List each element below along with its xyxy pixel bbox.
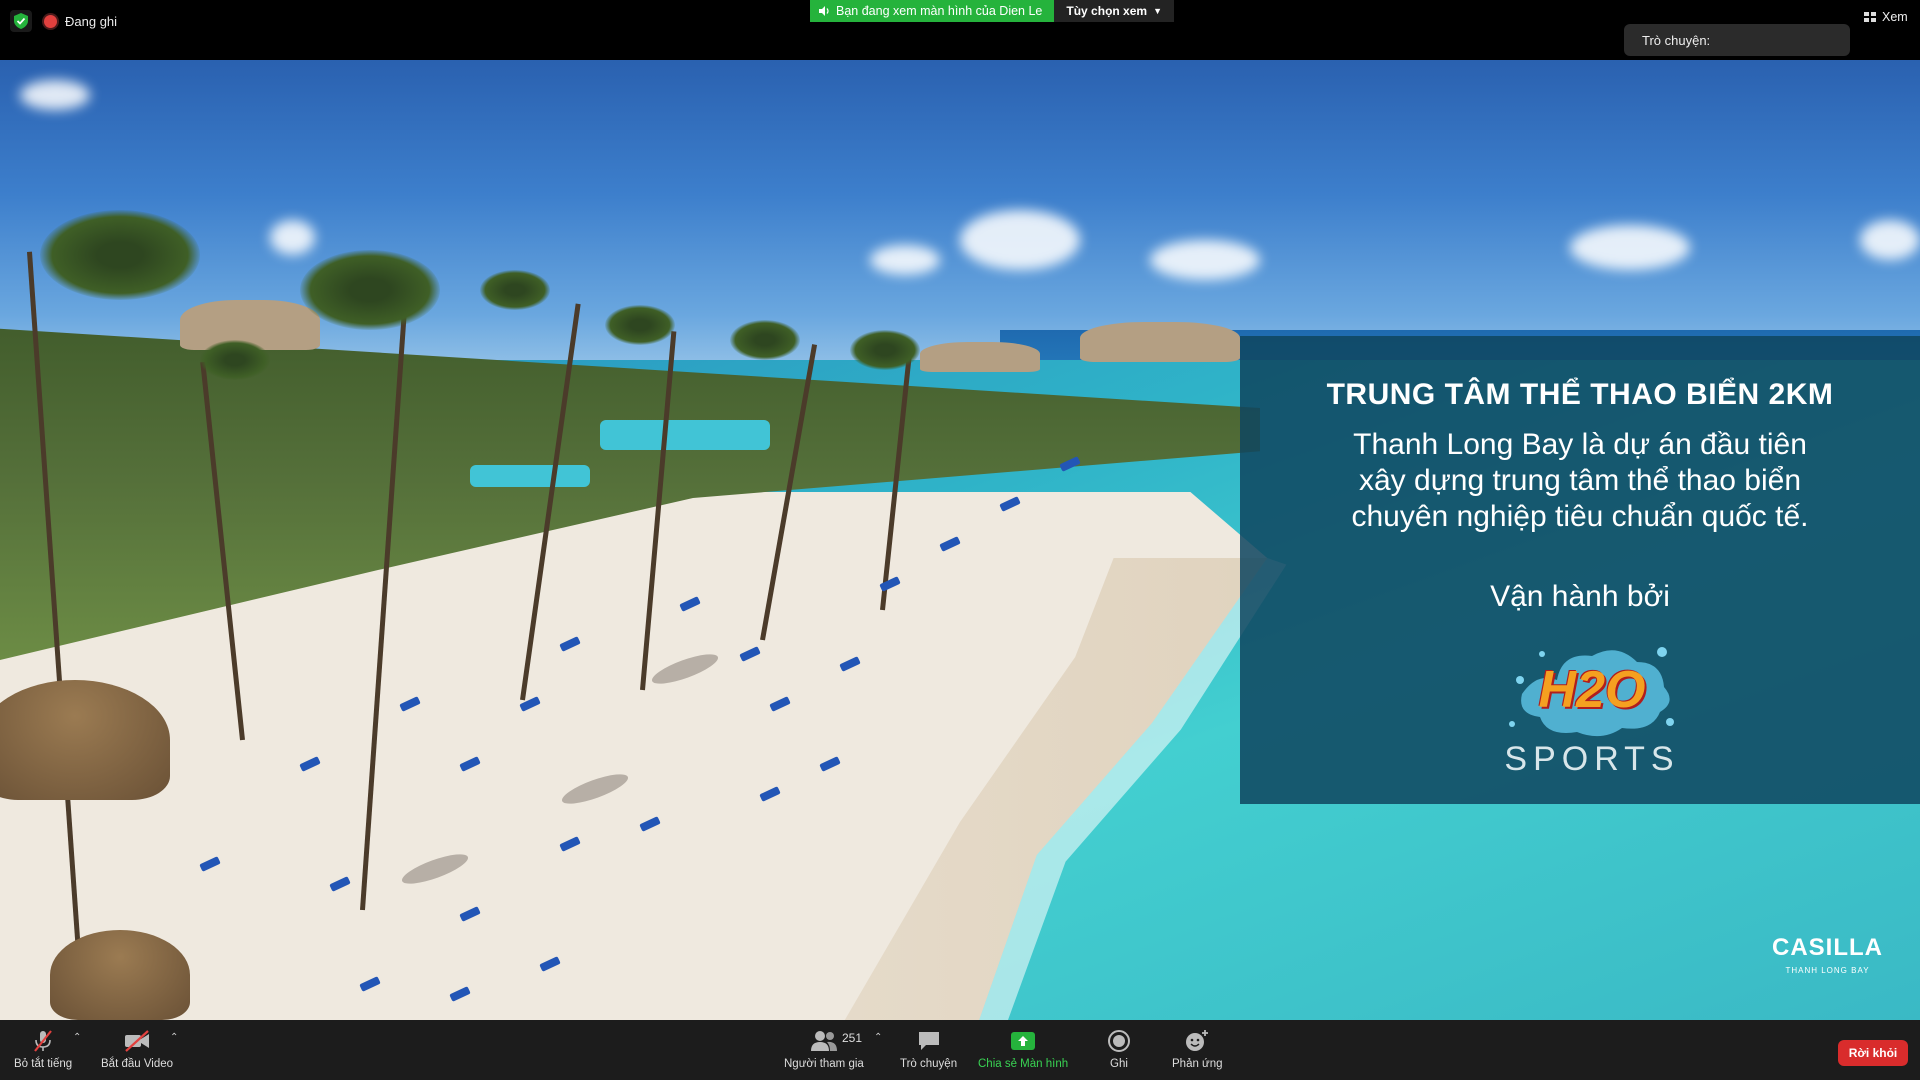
palm-crown xyxy=(480,270,550,310)
security-shield-icon[interactable] xyxy=(10,10,32,32)
viewing-share-label: Bạn đang xem màn hình của Dien Le xyxy=(810,0,1055,22)
resort-roof xyxy=(920,342,1040,372)
slide-body-line-3: chuyên nghiệp tiêu chuẩn quốc tế. xyxy=(1351,500,1809,533)
view-options-button[interactable]: Tùy chọn xem ▼ xyxy=(1054,0,1174,22)
slide-body-line-2: xây dựng trung tâm thể thao biển xyxy=(1358,464,1802,497)
brand-subtitle: THANH LONG BAY xyxy=(1785,966,1870,975)
palm-crown xyxy=(850,330,920,370)
participants-count: 251 xyxy=(842,1031,863,1045)
start-video-label: Bắt đầu Video xyxy=(101,1058,174,1070)
resort-pool xyxy=(600,420,770,450)
brand-name: CASILLA xyxy=(1772,934,1883,961)
palm-crown xyxy=(730,320,800,360)
chat-button[interactable]: Trò chuyện xyxy=(900,1028,957,1070)
cloud xyxy=(1860,220,1920,260)
resort-pool xyxy=(470,465,590,487)
audio-options-chevron-icon[interactable]: ⌃ xyxy=(73,1032,81,1043)
beach-hut xyxy=(50,930,190,1020)
top-bar: Đang ghi Bạn đang xem màn hình của Dien … xyxy=(0,0,1920,60)
record-dot-icon xyxy=(44,14,57,28)
resort-roof xyxy=(1080,322,1240,362)
slide-body-line-1: Thanh Long Bay là dự án đầu tiên xyxy=(1353,428,1807,461)
logo-wordmark: H2O xyxy=(1538,661,1646,719)
cloud xyxy=(20,80,90,110)
palm-crown xyxy=(300,250,440,330)
reactions-label: Phản ứng xyxy=(1172,1058,1223,1070)
view-button-label: Xem xyxy=(1882,10,1908,24)
chevron-down-icon: ▼ xyxy=(1153,6,1162,16)
meeting-toolbar: Bỏ tắt tiếng ⌃ Bắt đầu Video ⌃ Người tha… xyxy=(0,1020,1920,1080)
smiley-add-icon xyxy=(1186,1030,1209,1051)
palm-crown xyxy=(200,340,270,380)
chat-preview-label: Trò chuyện: xyxy=(1642,32,1711,48)
video-options-chevron-icon[interactable]: ⌃ xyxy=(170,1032,178,1043)
casilla-brand: CASILLA THANH LONG BAY xyxy=(1772,934,1883,975)
participants-options-chevron-icon[interactable]: ⌃ xyxy=(874,1032,882,1043)
cloud xyxy=(270,220,315,255)
cloud xyxy=(1150,240,1260,280)
h2o-sports-logo: H2O SPORTS xyxy=(1502,632,1682,782)
slide-text-panel: TRUNG TÂM THỂ THAO BIỂN 2KM Thanh Long B… xyxy=(1240,336,1920,804)
shared-screen: TRUNG TÂM THỂ THAO BIỂN 2KM Thanh Long B… xyxy=(0,60,1920,1020)
share-banner: Bạn đang xem màn hình của Dien Le Tùy ch… xyxy=(810,0,1174,22)
logo-sports: SPORTS xyxy=(1504,740,1680,778)
chat-bubble-icon xyxy=(918,1032,939,1050)
palm-crown xyxy=(605,305,675,345)
speaker-icon xyxy=(819,6,829,16)
zoom-window: Đang ghi Bạn đang xem màn hình của Dien … xyxy=(0,0,1920,1080)
unmute-button[interactable]: Bỏ tắt tiếng xyxy=(14,1028,72,1070)
chat-preview-pill[interactable]: Trò chuyện: xyxy=(1624,24,1850,56)
participants-icon xyxy=(810,1031,837,1051)
share-screen-icon xyxy=(1011,1032,1036,1050)
video-off-icon xyxy=(125,1030,150,1052)
share-screen-label: Chia sẻ Màn hình xyxy=(978,1058,1069,1070)
participants-label: Người tham gia xyxy=(784,1058,864,1070)
record-button[interactable]: Ghi xyxy=(1107,1028,1131,1070)
unmute-label: Bỏ tắt tiếng xyxy=(14,1058,73,1070)
view-options-label: Tùy chọn xem xyxy=(1066,4,1148,18)
share-screen-button[interactable]: Chia sẻ Màn hình xyxy=(978,1028,1068,1070)
cloud xyxy=(1570,225,1690,270)
recording-indicator[interactable]: Đang ghi xyxy=(44,10,117,32)
recording-label: Đang ghi xyxy=(65,13,118,29)
start-video-button[interactable]: Bắt đầu Video xyxy=(101,1028,173,1070)
view-button[interactable]: Xem xyxy=(1864,10,1908,24)
cloud xyxy=(870,245,940,275)
record-label: Ghi xyxy=(1110,1058,1128,1070)
share-banner-text: Bạn đang xem màn hình của Dien Le xyxy=(836,4,1043,18)
grid-view-icon xyxy=(1864,12,1876,22)
operated-by-label: Vận hành bởi xyxy=(1490,580,1670,613)
palm-crown xyxy=(40,210,200,300)
mic-muted-icon xyxy=(34,1030,52,1052)
cloud xyxy=(960,210,1080,270)
chat-label: Trò chuyện xyxy=(900,1058,958,1070)
reactions-button[interactable]: Phản ứng xyxy=(1172,1028,1223,1070)
leave-meeting-button[interactable]: Rời khỏi xyxy=(1838,1040,1908,1066)
slide-title: TRUNG TÂM THỂ THAO BIỂN 2KM xyxy=(1326,378,1834,411)
record-icon xyxy=(1108,1030,1130,1052)
